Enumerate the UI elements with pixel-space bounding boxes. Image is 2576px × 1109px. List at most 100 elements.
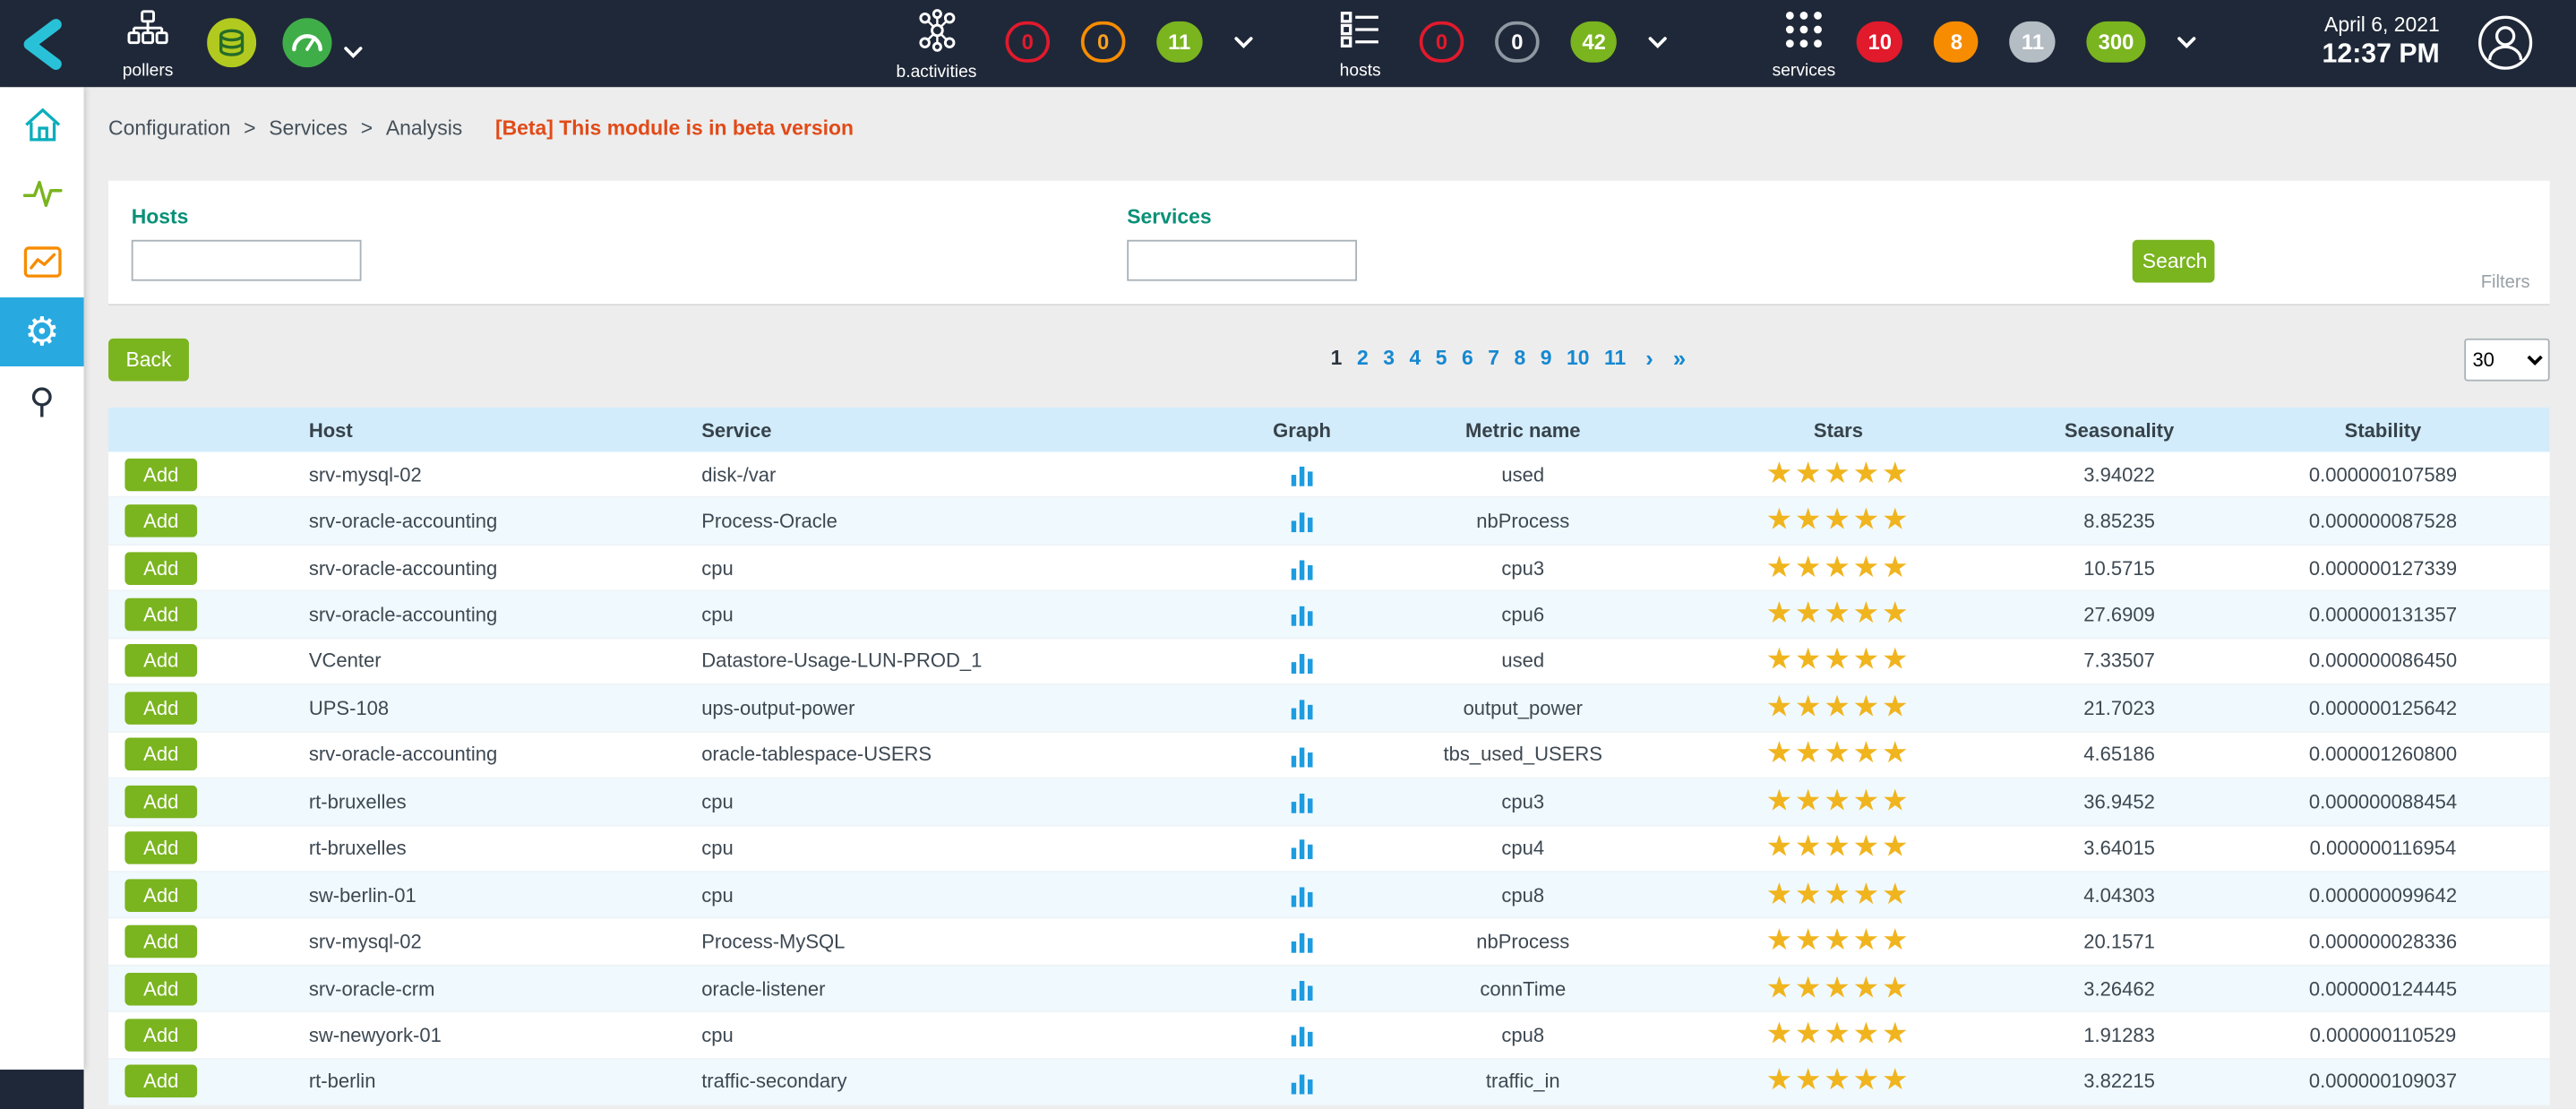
graph-icon[interactable]	[1291, 556, 1314, 580]
graph-icon[interactable]	[1291, 1070, 1314, 1093]
add-button[interactable]: Add	[125, 831, 197, 864]
breadcrumb-services[interactable]: Services	[269, 116, 348, 140]
pagination-page[interactable]: 3	[1383, 347, 1395, 370]
add-button[interactable]: Add	[125, 738, 197, 771]
services-ok-badge[interactable]: 300	[2087, 21, 2145, 63]
centreon-logo[interactable]	[13, 15, 73, 74]
add-button[interactable]: Add	[125, 458, 197, 491]
poller-latency-status-icon[interactable]	[282, 18, 331, 67]
host-cell: srv-oracle-accounting	[309, 744, 701, 767]
topbar: pollers	[0, 0, 2576, 87]
pagination-page[interactable]: 10	[1567, 347, 1590, 370]
pagination-page[interactable]: 1	[1331, 347, 1343, 370]
bam-chevron-down-icon[interactable]	[1233, 35, 1253, 48]
hosts-up-badge[interactable]: 42	[1570, 21, 1617, 63]
bam-critical-badge[interactable]: 0	[1006, 21, 1051, 63]
graph-icon[interactable]	[1291, 743, 1314, 766]
services-unknown-badge[interactable]: 11	[2010, 21, 2056, 63]
search-button[interactable]: Search	[2133, 240, 2215, 283]
business-activities-menu[interactable]: b.activities	[879, 8, 993, 82]
services-chevron-down-icon[interactable]	[2177, 35, 2196, 48]
sidebar-item-administration[interactable]: ⚲	[0, 366, 84, 435]
add-button[interactable]: Add	[125, 692, 197, 725]
graph-icon[interactable]	[1291, 510, 1314, 533]
pagination-page[interactable]: 5	[1436, 347, 1447, 370]
pollers-label: pollers	[123, 61, 174, 81]
back-button[interactable]: Back	[108, 339, 189, 382]
add-button[interactable]: Add	[125, 552, 197, 585]
user-avatar-button[interactable]	[2477, 15, 2533, 71]
clock: April 6, 2021 12:37 PM	[2275, 13, 2439, 71]
graph-icon[interactable]	[1291, 976, 1314, 1000]
sidebar-item-configuration[interactable]: ⚙	[0, 297, 84, 366]
hosts-unreachable-badge[interactable]: 0	[1495, 21, 1540, 63]
poller-database-status-icon[interactable]	[207, 18, 256, 67]
graph-icon[interactable]	[1291, 462, 1314, 486]
service-cell: cpu	[701, 883, 1212, 907]
service-cell: cpu	[701, 1024, 1212, 1047]
last-page-icon[interactable]: »	[1673, 347, 1686, 370]
next-page-icon[interactable]: ›	[1645, 347, 1653, 370]
pagination-page[interactable]: 4	[1409, 347, 1421, 370]
graph-icon[interactable]	[1291, 837, 1314, 860]
sidebar-item-home[interactable]	[0, 90, 84, 159]
pagination-page[interactable]: 8	[1515, 347, 1526, 370]
sidebar-item-reporting[interactable]	[0, 228, 84, 297]
breadcrumb-analysis[interactable]: Analysis	[386, 116, 462, 140]
host-cell: srv-mysql-02	[309, 930, 701, 953]
metric-name-cell: cpu8	[1392, 1024, 1654, 1047]
hosts-menu[interactable]: hosts	[1314, 8, 1406, 81]
breadcrumb-configuration[interactable]: Configuration	[108, 116, 230, 140]
services-warning-badge[interactable]: 8	[1935, 21, 1979, 63]
metric-name-cell: cpu6	[1392, 603, 1654, 626]
graph-icon[interactable]	[1291, 790, 1314, 813]
graph-icon[interactable]	[1291, 930, 1314, 953]
add-button[interactable]: Add	[125, 925, 197, 959]
services-filter-label: Services	[1127, 205, 1211, 228]
graph-icon[interactable]	[1291, 696, 1314, 719]
pagination-page[interactable]: 7	[1488, 347, 1499, 370]
pollers-chevron-down-icon[interactable]	[343, 38, 363, 67]
pagination-page[interactable]: 11	[1604, 347, 1626, 370]
stability-cell: 0.000000109037	[2216, 1070, 2549, 1094]
pagination-page[interactable]: 2	[1357, 347, 1369, 370]
metric-name-cell: used	[1392, 463, 1654, 486]
graph-cell	[1213, 510, 1392, 533]
add-button[interactable]: Add	[125, 598, 197, 632]
add-button[interactable]: Add	[125, 1065, 197, 1098]
add-button[interactable]: Add	[125, 504, 197, 537]
add-button[interactable]: Add	[125, 879, 197, 912]
seasonality-cell: 3.94022	[2022, 463, 2216, 486]
graph-icon[interactable]	[1291, 603, 1314, 626]
hosts-down-badge[interactable]: 0	[1420, 21, 1464, 63]
page-size-select[interactable]: 30	[2464, 339, 2549, 382]
sidebar-item-monitoring[interactable]	[0, 159, 84, 228]
add-button[interactable]: Add	[125, 645, 197, 678]
services-critical-badge[interactable]: 10	[1857, 21, 1903, 63]
service-cell: oracle-listener	[701, 976, 1212, 1000]
service-cell: ups-output-power	[701, 697, 1212, 720]
graph-icon[interactable]	[1291, 649, 1314, 673]
graph-icon[interactable]	[1291, 883, 1314, 907]
hosts-icon	[1339, 8, 1382, 59]
services-menu[interactable]: services	[1758, 8, 1850, 81]
pollers-menu[interactable]: pollers	[105, 8, 190, 81]
hosts-filter-input[interactable]	[132, 240, 362, 281]
add-button[interactable]: Add	[125, 785, 197, 818]
pagination-page[interactable]: 9	[1541, 347, 1552, 370]
add-button[interactable]: Add	[125, 1019, 197, 1052]
gear-icon: ⚙	[24, 312, 59, 351]
graph-icon[interactable]	[1291, 1023, 1314, 1046]
sidebar-footer[interactable]	[0, 1070, 84, 1109]
add-button[interactable]: Add	[125, 972, 197, 1005]
seasonality-cell: 3.26462	[2022, 976, 2216, 1000]
bam-warning-badge[interactable]: 0	[1081, 21, 1126, 63]
filters-toggle[interactable]: Filters	[2481, 272, 2530, 292]
services-filter-input[interactable]	[1127, 240, 1357, 281]
add-cell: Add	[108, 785, 309, 818]
pagination-page[interactable]: 6	[1462, 347, 1473, 370]
bam-ok-badge[interactable]: 11	[1156, 21, 1202, 63]
service-cell: Process-Oracle	[701, 510, 1212, 533]
hosts-chevron-down-icon[interactable]	[1649, 35, 1669, 48]
table-row: Add srv-oracle-accounting cpu cpu6 ★★★★★…	[108, 592, 2550, 639]
